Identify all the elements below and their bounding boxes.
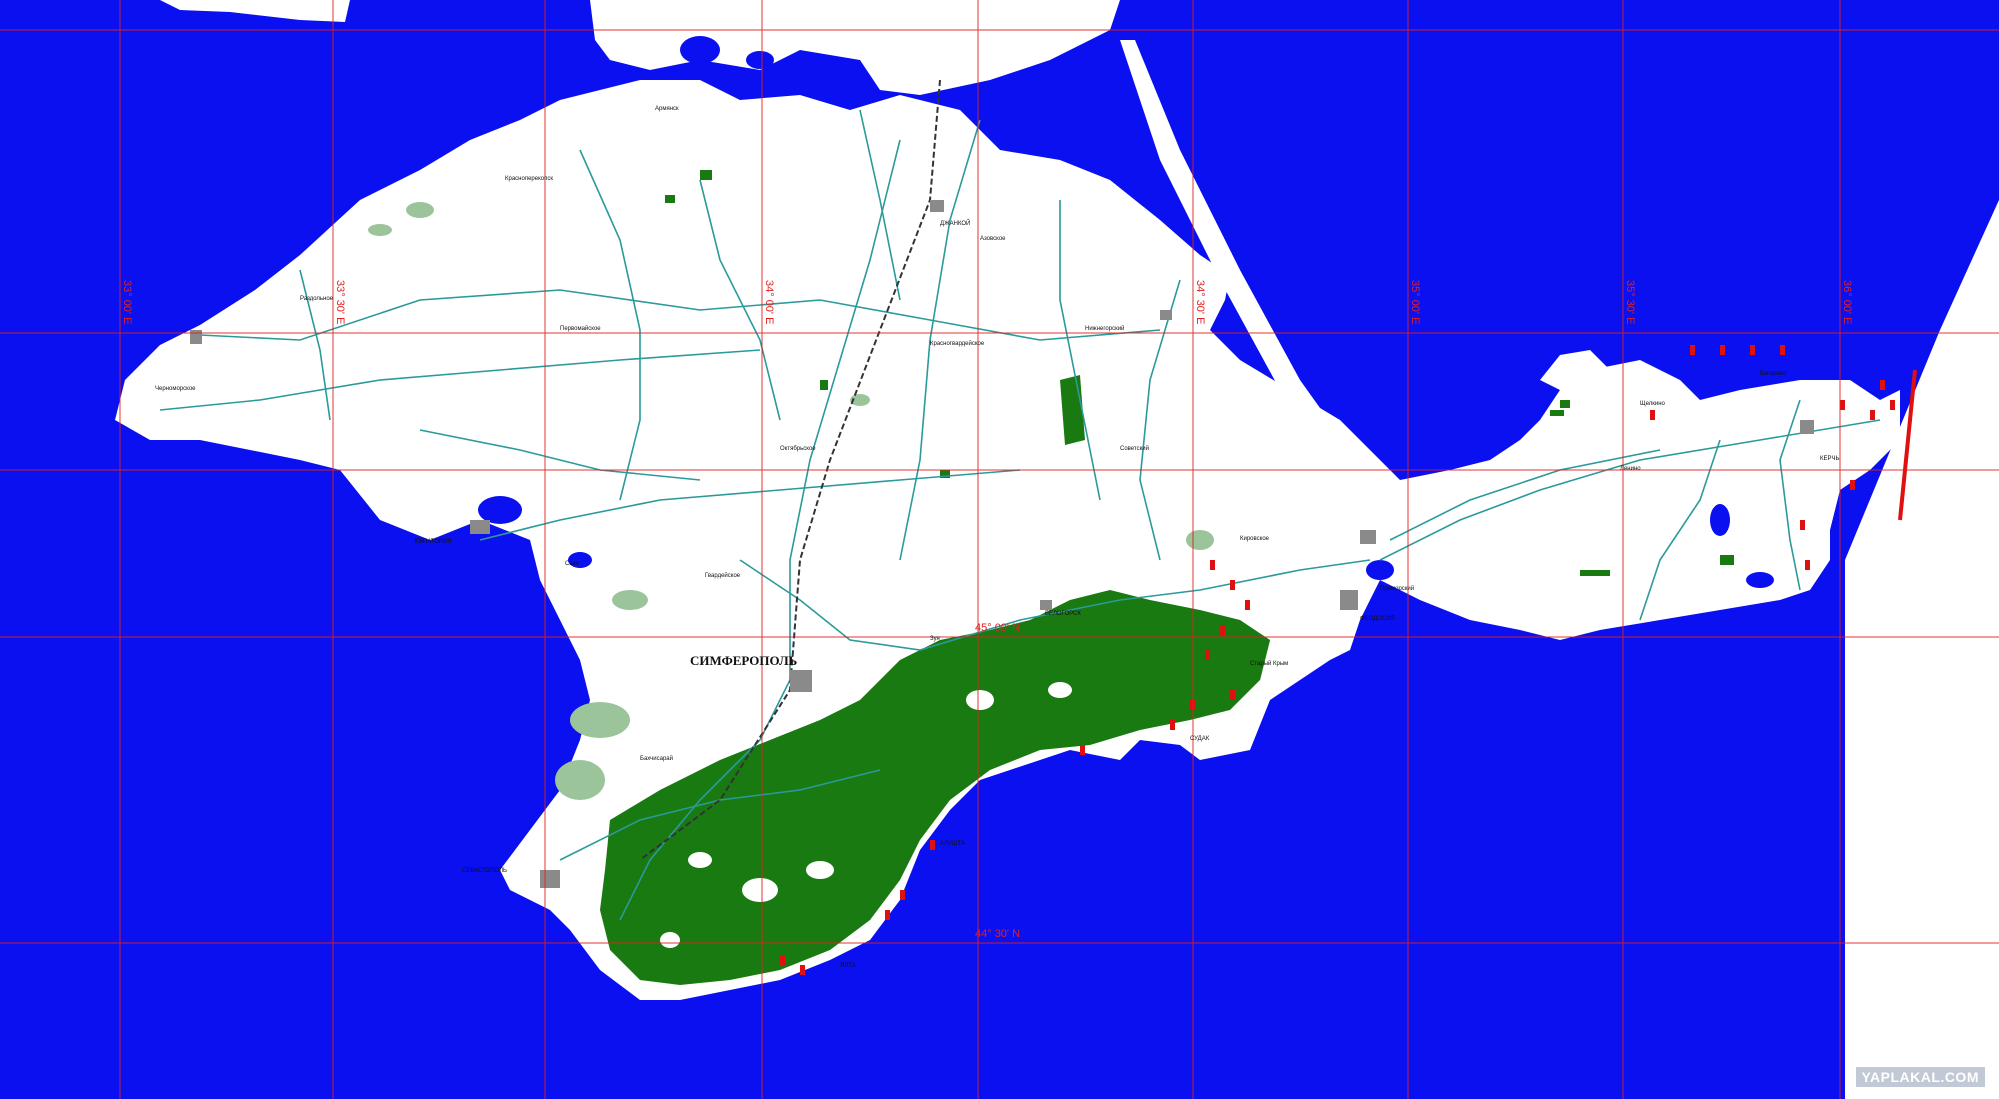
settlement-label: Красноперекопск <box>505 176 553 182</box>
lake <box>478 496 522 524</box>
lon-label-35-30: 35° 30' E <box>1624 280 1636 324</box>
lat-label-44-30: 44° 30' N <box>975 928 1020 940</box>
settlement-label: Зуя <box>930 636 940 642</box>
settlement-label: Октябрьское <box>780 446 816 452</box>
settlement-label: Старый Крым <box>1250 660 1288 667</box>
settlement-label: Саки <box>565 561 579 567</box>
city-label-sevastopol: СЕВАСТОПОЛЬ <box>462 868 507 874</box>
lon-label-36-00: 36° 00' E <box>1841 280 1853 324</box>
city-label-yalta: ЯЛТА <box>840 963 856 969</box>
settlement-label: Армянск <box>655 106 679 112</box>
lake <box>680 36 720 64</box>
lon-label-34-00: 34° 00' E <box>763 280 775 324</box>
lat-label-45-00: 45° 00' N <box>975 622 1020 634</box>
settlement-label: Гвардейское <box>705 572 741 579</box>
settlement-label: Щелкино <box>1640 401 1666 407</box>
settlement-label: Кировское <box>1240 536 1270 542</box>
lon-label-34-30: 34° 30' E <box>1194 280 1206 324</box>
settlement-label: Бахчисарай <box>640 755 673 762</box>
lon-label-35-00: 35° 00' E <box>1409 280 1421 324</box>
settlement-label: Багерово <box>1760 371 1786 377</box>
settlement-label: Первомайское <box>560 325 601 332</box>
settlement-label: Красногвардейское <box>930 340 985 347</box>
city-label-feodosia: ФЕОДОСИЯ <box>1360 616 1395 622</box>
watermark: YAPLAKAL.COM <box>1855 1067 1985 1087</box>
city-label-evpatoria: ЕВПАТОРИЯ <box>415 539 452 545</box>
settlement-label: Советский <box>1120 445 1149 452</box>
city-label-dzhankoy: ДЖАНКОЙ <box>940 219 970 227</box>
lake <box>746 51 774 69</box>
lon-label-33-00: 33° 00' E <box>121 280 133 324</box>
settlement-label: Черноморское <box>155 386 196 392</box>
lake <box>1366 560 1394 580</box>
settlement-label: Азовское <box>980 236 1006 242</box>
crimea-map: 44° 30' N 45° 00' N 33° 00' E 33° 30' E … <box>0 0 1999 1099</box>
city-label-simferopol: СИМФЕРОПОЛЬ <box>690 653 797 668</box>
settlement-label: Раздольное <box>300 296 334 302</box>
lake <box>1746 572 1774 588</box>
city-label-alushta: АЛУШТА <box>940 841 965 847</box>
settlement-label: Приморский <box>1380 585 1414 592</box>
settlement-label: Нижнегорский <box>1085 325 1124 332</box>
lake <box>1710 504 1730 536</box>
lon-label-33-30: 33° 30' E <box>334 280 346 324</box>
city-label-belogorsk: БЕЛОГОРСК <box>1045 611 1081 617</box>
city-label-sudak: СУДАК <box>1190 736 1210 742</box>
settlement-label: Ленино <box>1620 466 1641 472</box>
city-label-kerch: КЕРЧЬ <box>1820 456 1839 462</box>
